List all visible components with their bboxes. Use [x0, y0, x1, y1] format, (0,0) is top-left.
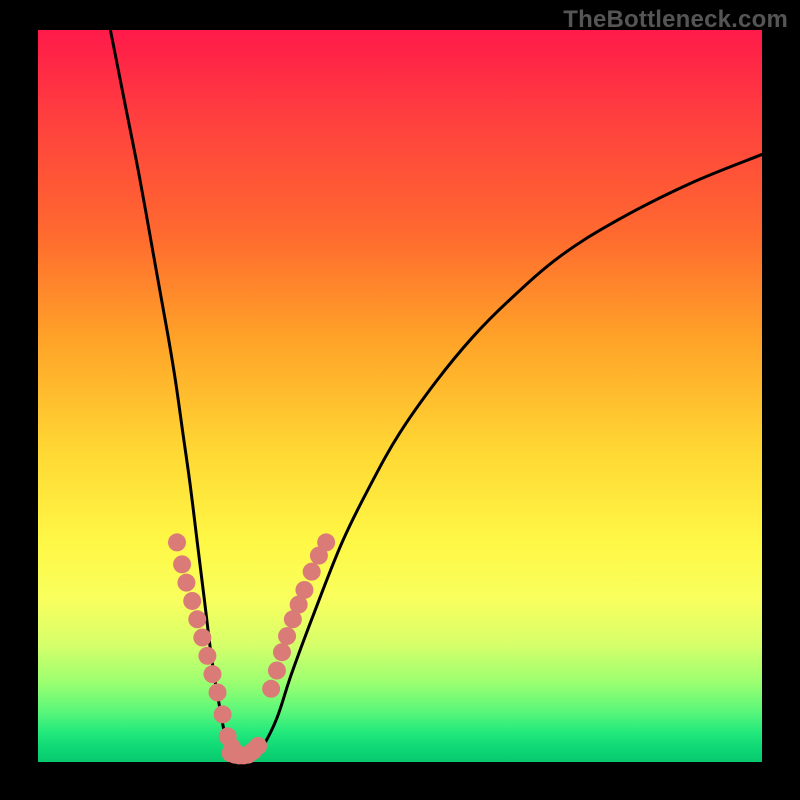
data-point: [273, 643, 291, 661]
data-point: [278, 627, 296, 645]
data-point: [203, 665, 221, 683]
data-point: [209, 683, 227, 701]
data-point: [188, 610, 206, 628]
data-point: [295, 581, 313, 599]
data-point: [168, 533, 186, 551]
data-point: [249, 737, 267, 755]
data-point: [177, 574, 195, 592]
chart-svg: [0, 0, 800, 800]
data-point: [173, 555, 191, 573]
data-point: [198, 647, 216, 665]
data-point: [317, 533, 335, 551]
data-point: [262, 680, 280, 698]
data-point: [193, 629, 211, 647]
data-point: [268, 662, 286, 680]
data-point: [183, 592, 201, 610]
chart-frame: TheBottleneck.com: [0, 0, 800, 800]
data-point: [303, 563, 321, 581]
data-point: [214, 705, 232, 723]
